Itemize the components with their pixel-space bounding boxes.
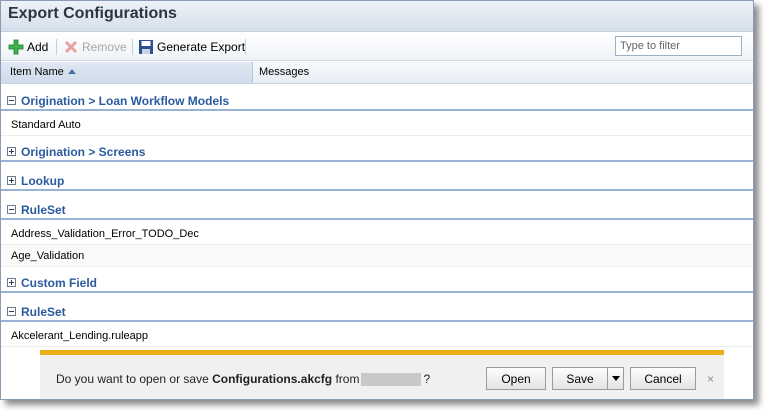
prompt-prefix: Do you want to open or save [56, 372, 209, 386]
download-filename: Configurations.akcfg [212, 372, 333, 386]
group-label: Custom Field [21, 275, 98, 290]
title-bar: Export Configurations [1, 1, 753, 32]
table-row[interactable]: Akcelerant_Lending.ruleapp [1, 325, 753, 347]
save-options-button[interactable] [607, 367, 624, 390]
download-notification-bar: Do you want to open or save Configuratio… [40, 350, 724, 399]
redacted-source [361, 373, 422, 387]
dropdown-arrow-icon [611, 376, 620, 381]
collapse-icon[interactable] [7, 307, 16, 316]
save-disk-icon [139, 40, 153, 54]
download-prompt: Do you want to open or save Configuratio… [56, 372, 431, 387]
group-label: Origination > Screens [21, 144, 146, 159]
remove-button-label: Remove [82, 40, 127, 54]
window-title: Export Configurations [8, 5, 177, 22]
group-row[interactable]: Lookup [1, 172, 753, 191]
column-header-item-name-label: Item Name [10, 66, 64, 78]
remove-x-icon [64, 40, 78, 54]
save-button[interactable]: Save [552, 367, 608, 390]
column-header-item-name[interactable]: Item Name [1, 62, 253, 83]
group-row[interactable]: Origination > Loan Workflow Models [1, 92, 753, 111]
group-row[interactable]: Origination > Screens [1, 143, 753, 162]
prompt-suffix: ? [423, 372, 431, 386]
group-row[interactable]: Custom Field [1, 274, 753, 293]
add-button-label: Add [27, 40, 49, 54]
collapse-icon[interactable] [7, 205, 16, 214]
generate-export-button[interactable]: Generate Export [138, 38, 245, 56]
generate-export-label: Generate Export [157, 40, 246, 54]
table-row[interactable]: Standard Auto [1, 114, 753, 136]
collapse-icon[interactable] [7, 96, 16, 105]
group-label: RuleSet [21, 304, 66, 319]
add-plus-icon [8, 39, 24, 55]
group-row[interactable]: RuleSet [1, 303, 753, 322]
toolbar-separator [245, 39, 246, 55]
group-label: Lookup [21, 173, 65, 188]
group-label: RuleSet [21, 202, 66, 217]
expand-icon[interactable] [7, 278, 16, 287]
sort-ascending-icon [67, 68, 76, 74]
grid-header: Item Name Messages [1, 62, 753, 84]
prompt-from: from [335, 372, 360, 386]
group-label: Origination > Loan Workflow Models [21, 93, 230, 108]
toolbar-separator [132, 39, 133, 55]
close-icon[interactable]: × [707, 372, 714, 386]
toolbar-separator [56, 39, 57, 55]
filter-input[interactable] [615, 36, 742, 56]
export-configurations-window: Export Configurations Add Remove Generat… [0, 0, 754, 400]
group-row[interactable]: RuleSet [1, 201, 753, 220]
remove-button[interactable]: Remove [63, 38, 127, 56]
table-row[interactable]: Address_Validation_Error_TODO_Dec [1, 223, 753, 245]
expand-icon[interactable] [7, 176, 16, 185]
expand-icon[interactable] [7, 147, 16, 156]
open-button[interactable]: Open [486, 367, 546, 390]
column-header-messages[interactable]: Messages [259, 62, 309, 83]
cancel-button[interactable]: Cancel [630, 367, 696, 390]
table-row[interactable]: Age_Validation [1, 245, 753, 267]
add-button[interactable]: Add [8, 38, 48, 56]
